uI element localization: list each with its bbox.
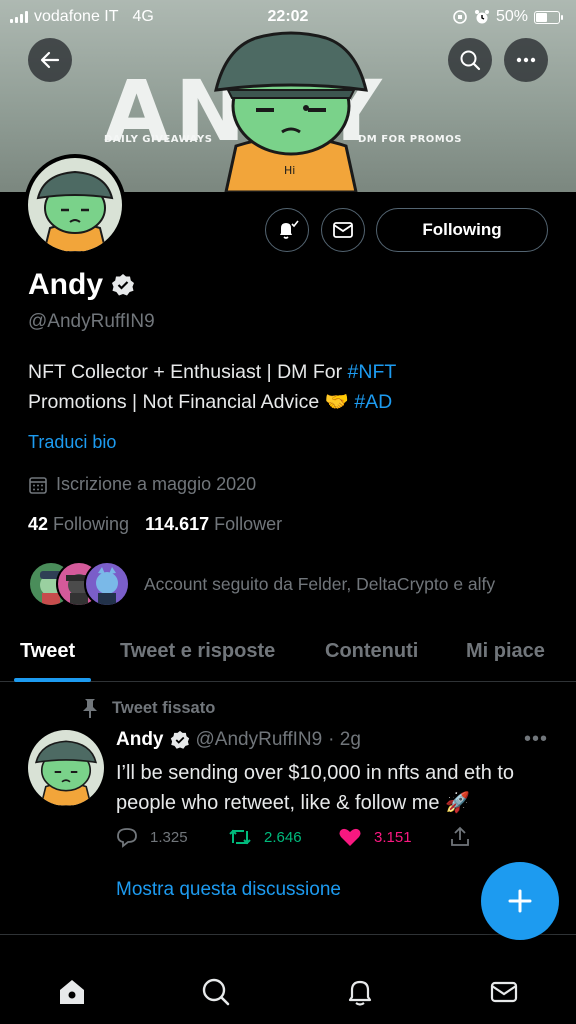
orientation-lock-icon: [453, 10, 467, 24]
following-stat[interactable]: 42 Following: [28, 514, 129, 535]
bell-icon: [348, 980, 372, 1006]
profile-bio: NFT Collector + Enthusiast | DM For #NFT…: [28, 357, 548, 417]
retweet-icon: [229, 829, 251, 845]
tweet-divider: [0, 934, 576, 935]
nav-home[interactable]: [52, 972, 92, 1012]
share-button[interactable]: [449, 826, 471, 848]
search-icon: [202, 978, 230, 1006]
nav-notifications[interactable]: [340, 972, 380, 1012]
following-button[interactable]: Following: [376, 208, 548, 252]
verified-badge-icon[interactable]: [111, 273, 135, 297]
tweet-text: I’ll be sending over $10,000 in nfts and…: [116, 762, 515, 814]
follow-stats: 42 Following 114.617 Follower: [28, 514, 282, 535]
bell-check-icon: [280, 220, 299, 239]
followers-label: Follower: [214, 514, 283, 534]
notifications-button[interactable]: [265, 208, 309, 252]
tweet-more-button[interactable]: •••: [524, 728, 548, 751]
following-count: 42: [28, 514, 49, 534]
more-button[interactable]: [504, 38, 548, 82]
reply-button[interactable]: 1.325: [116, 826, 188, 848]
join-date: Iscrizione a maggio 2020: [28, 474, 256, 495]
nav-search[interactable]: [196, 972, 236, 1012]
tab-contenuti[interactable]: Contenuti: [325, 640, 418, 663]
calendar-icon: [29, 476, 47, 494]
profile-name: Andy: [28, 268, 103, 301]
search-button[interactable]: [448, 38, 492, 82]
pin-icon: [83, 699, 97, 718]
show-thread-link[interactable]: Mostra questa discussione: [116, 879, 341, 901]
bio-text-1: NFT Collector + Enthusiast | DM For: [28, 361, 348, 383]
followed-by-text: Account seguito da Felder, DeltaCrypto e…: [144, 573, 496, 594]
banner-shirt-text: Hi: [284, 164, 295, 177]
retweet-button[interactable]: 2.646: [228, 826, 302, 848]
message-button[interactable]: [321, 208, 365, 252]
battery-level: [536, 12, 547, 22]
following-label: Following: [53, 514, 130, 534]
active-tab-indicator: [14, 678, 91, 682]
mail-icon: [490, 981, 518, 1003]
network-label: 4G: [132, 8, 154, 25]
tweet-actions: 1.325 2.646 3.151: [116, 826, 476, 850]
banner-character-illustration: Hi: [214, 31, 368, 192]
tab-tweet-e-risposte[interactable]: Tweet e risposte: [120, 640, 275, 663]
profile-tabs: Tweet Tweet e risposte Contenuti Mi piac…: [0, 626, 576, 682]
plus-icon: [508, 889, 532, 913]
like-count: 3.151: [374, 828, 412, 846]
avatar-character: [35, 740, 97, 806]
tweet-header: Andy @AndyRuffIN9 · 2g: [116, 729, 361, 751]
carrier-label: vodafone IT: [34, 8, 119, 25]
search-icon: [460, 50, 481, 71]
compose-tweet-button[interactable]: [481, 862, 559, 940]
share-icon: [451, 826, 469, 846]
signal-icon: [10, 11, 28, 23]
profile-handle: @AndyRuffIN9: [28, 311, 155, 332]
tweet-author-avatar[interactable]: [28, 730, 104, 806]
tweet-author-handle: @AndyRuffIN9: [195, 729, 323, 750]
reply-count: 1.325: [150, 828, 188, 846]
status-bar: vodafone IT 4G 22:02 50%: [0, 0, 576, 34]
avatar-character: [36, 170, 114, 252]
alarm-icon: [474, 10, 489, 24]
like-button[interactable]: 3.151: [338, 826, 412, 848]
translate-bio-link[interactable]: Traduci bio: [28, 432, 116, 453]
nav-messages[interactable]: [484, 972, 524, 1012]
hashtag-nft[interactable]: #NFT: [348, 361, 397, 383]
profile-avatar[interactable]: [24, 154, 126, 256]
tweet-time: · 2g: [328, 729, 361, 750]
reply-icon: [117, 828, 137, 848]
home-icon: [60, 980, 84, 1004]
arrow-left-icon: [40, 51, 60, 69]
retweet-count: 2.646: [264, 828, 302, 846]
verified-badge-icon: [170, 730, 189, 749]
followers-count: 114.617: [145, 514, 210, 534]
followed-by[interactable]: Account seguito da Felder, DeltaCrypto e…: [28, 561, 495, 607]
pinned-tweet-label: Tweet fissato: [80, 697, 215, 719]
banner-left-caption: DAILY GIVEAWAYS: [104, 134, 213, 145]
battery-percent: 50%: [495, 8, 528, 25]
follower-avatar-3: [84, 561, 130, 607]
more-horizontal-icon: [516, 57, 536, 63]
tab-tweet[interactable]: Tweet: [20, 640, 75, 663]
heart-icon: [339, 828, 361, 846]
bio-text-2: Promotions | Not Financial Advice 🤝: [28, 391, 355, 413]
battery-icon: [534, 10, 563, 24]
envelope-icon: [333, 222, 353, 238]
join-date-text: Iscrizione a maggio 2020: [56, 474, 257, 494]
hashtag-ad[interactable]: #AD: [354, 391, 392, 413]
tweet-author-name[interactable]: Andy: [116, 729, 164, 751]
back-button[interactable]: [28, 38, 72, 82]
pinned-text: Tweet fissato: [112, 698, 216, 717]
followers-stat[interactable]: 114.617 Follower: [145, 514, 282, 535]
tab-mi-piace[interactable]: Mi piace: [466, 640, 545, 663]
profile-name-row: Andy: [28, 268, 135, 302]
bottom-navigation: [0, 950, 576, 1024]
